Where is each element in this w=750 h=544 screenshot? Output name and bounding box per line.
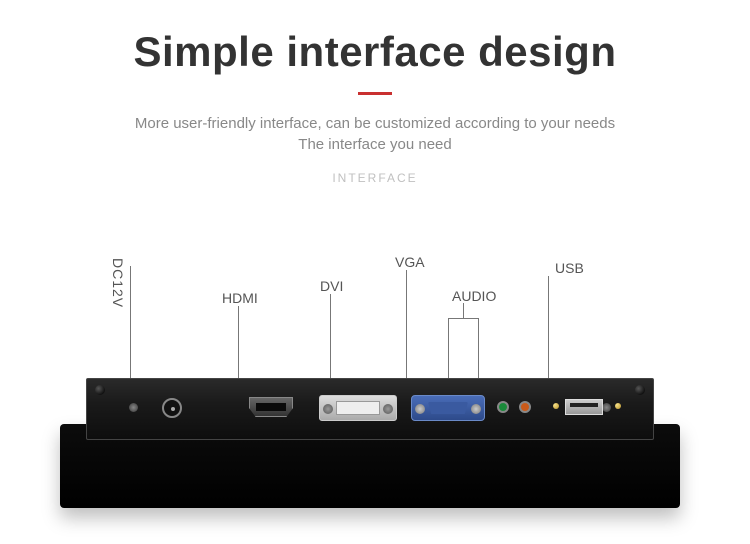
screw-icon	[602, 403, 611, 412]
interface-diagram: DC12V HDMI DVI VGA AUDIO USB	[0, 248, 750, 544]
dc-jack-icon	[157, 397, 187, 421]
standoff-pin-icon	[615, 403, 621, 409]
audio-out-jack-icon	[497, 401, 509, 413]
label-vga: VGA	[395, 254, 425, 270]
monitor-rear	[40, 378, 700, 508]
usb-port-icon	[565, 399, 603, 415]
vga-port-icon	[411, 395, 485, 421]
mount-hole-icon	[635, 385, 645, 395]
label-usb: USB	[555, 260, 584, 276]
label-hdmi: HDMI	[222, 290, 258, 306]
leader-line	[130, 266, 131, 394]
io-panel	[86, 378, 654, 440]
audio-in-jack-icon	[519, 401, 531, 413]
hdmi-port-icon	[249, 397, 293, 417]
section-tag: INTERFACE	[0, 171, 750, 185]
label-dc12v: DC12V	[110, 258, 126, 308]
mount-hole-icon	[95, 385, 105, 395]
leader-line	[406, 270, 407, 394]
dvi-port-icon	[319, 395, 397, 421]
screw-icon	[129, 403, 138, 412]
label-audio: AUDIO	[452, 288, 496, 304]
standoff-pin-icon	[553, 403, 559, 409]
subtitle-line-1: More user-friendly interface, can be cus…	[0, 115, 750, 132]
label-dvi: DVI	[320, 278, 343, 294]
subtitle-line-2: The interface you need	[0, 136, 750, 153]
title-underline	[358, 92, 392, 95]
page-title: Simple interface design	[0, 28, 750, 76]
leader-line	[463, 303, 464, 319]
